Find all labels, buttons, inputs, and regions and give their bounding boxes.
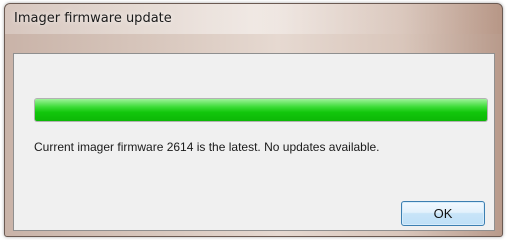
progress-fill [35,99,487,121]
window-title: Imager firmware update [14,11,172,26]
title-bar[interactable]: Imager firmware update [5,4,502,34]
status-message: Current imager firmware 2614 is the late… [34,140,380,154]
progress-bar [34,98,488,122]
dialog-body: Current imager firmware 2614 is the late… [13,53,495,231]
dialog-window: Imager firmware update Current imager fi… [4,3,503,237]
ok-button[interactable]: OK [401,201,485,226]
